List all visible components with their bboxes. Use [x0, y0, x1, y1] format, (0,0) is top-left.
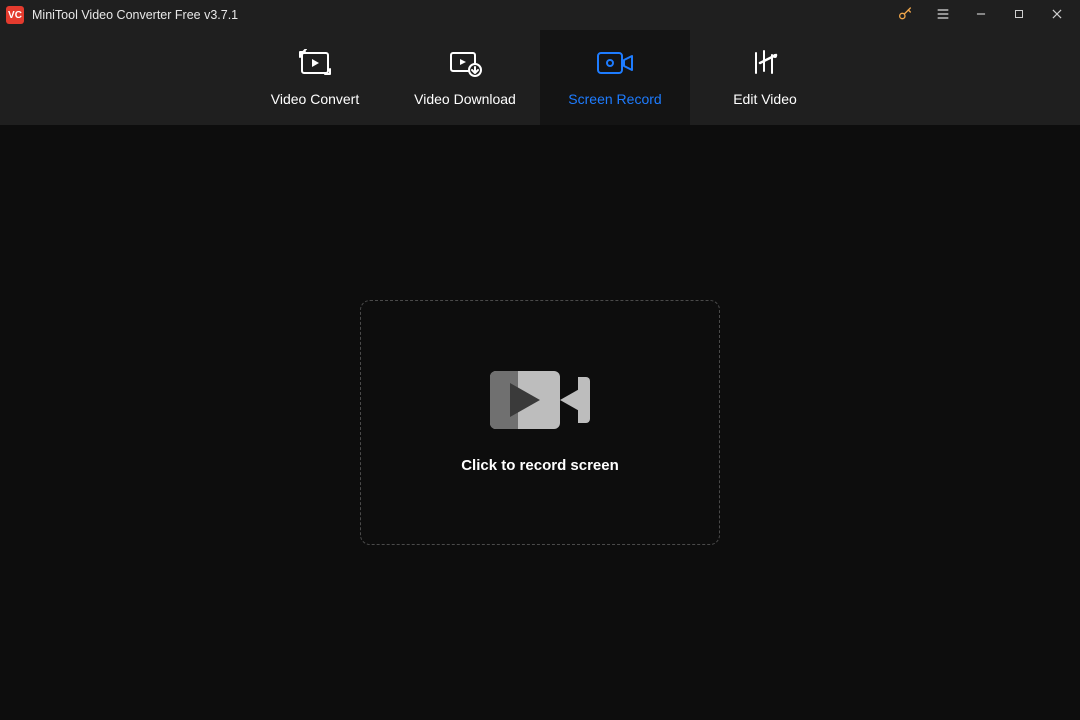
app-logo-text: VC: [8, 10, 22, 21]
titlebar: VC MiniTool Video Converter Free v3.7.1: [0, 0, 1080, 30]
tab-screen-record[interactable]: Screen Record: [540, 30, 690, 125]
record-screen-button[interactable]: Click to record screen: [360, 300, 720, 545]
menu-button[interactable]: [924, 0, 962, 30]
tab-label: Edit Video: [733, 91, 797, 107]
edit-icon: [750, 49, 780, 77]
camera-icon: [490, 371, 590, 429]
minimize-icon: [974, 7, 988, 24]
download-icon: [448, 49, 482, 77]
minimize-button[interactable]: [962, 0, 1000, 30]
app-logo-icon: VC: [6, 6, 24, 24]
main-content: Click to record screen: [0, 125, 1080, 720]
record-label: Click to record screen: [461, 457, 619, 474]
record-icon: [596, 49, 634, 77]
key-icon: [897, 6, 913, 25]
tab-edit-video[interactable]: Edit Video: [690, 30, 840, 125]
tab-label: Video Convert: [271, 91, 359, 107]
upgrade-key-button[interactable]: [886, 0, 924, 30]
tab-video-download[interactable]: Video Download: [390, 30, 540, 125]
close-icon: [1050, 7, 1064, 24]
maximize-icon: [1013, 8, 1025, 23]
hamburger-icon: [935, 6, 951, 25]
tab-video-convert[interactable]: Video Convert: [240, 30, 390, 125]
convert-icon: [298, 49, 332, 77]
app-title: MiniTool Video Converter Free v3.7.1: [32, 8, 238, 22]
main-nav: Video Convert Video Download Screen Reco…: [0, 30, 1080, 125]
maximize-button[interactable]: [1000, 0, 1038, 30]
close-button[interactable]: [1038, 0, 1076, 30]
tab-label: Screen Record: [568, 91, 661, 107]
tab-label: Video Download: [414, 91, 516, 107]
